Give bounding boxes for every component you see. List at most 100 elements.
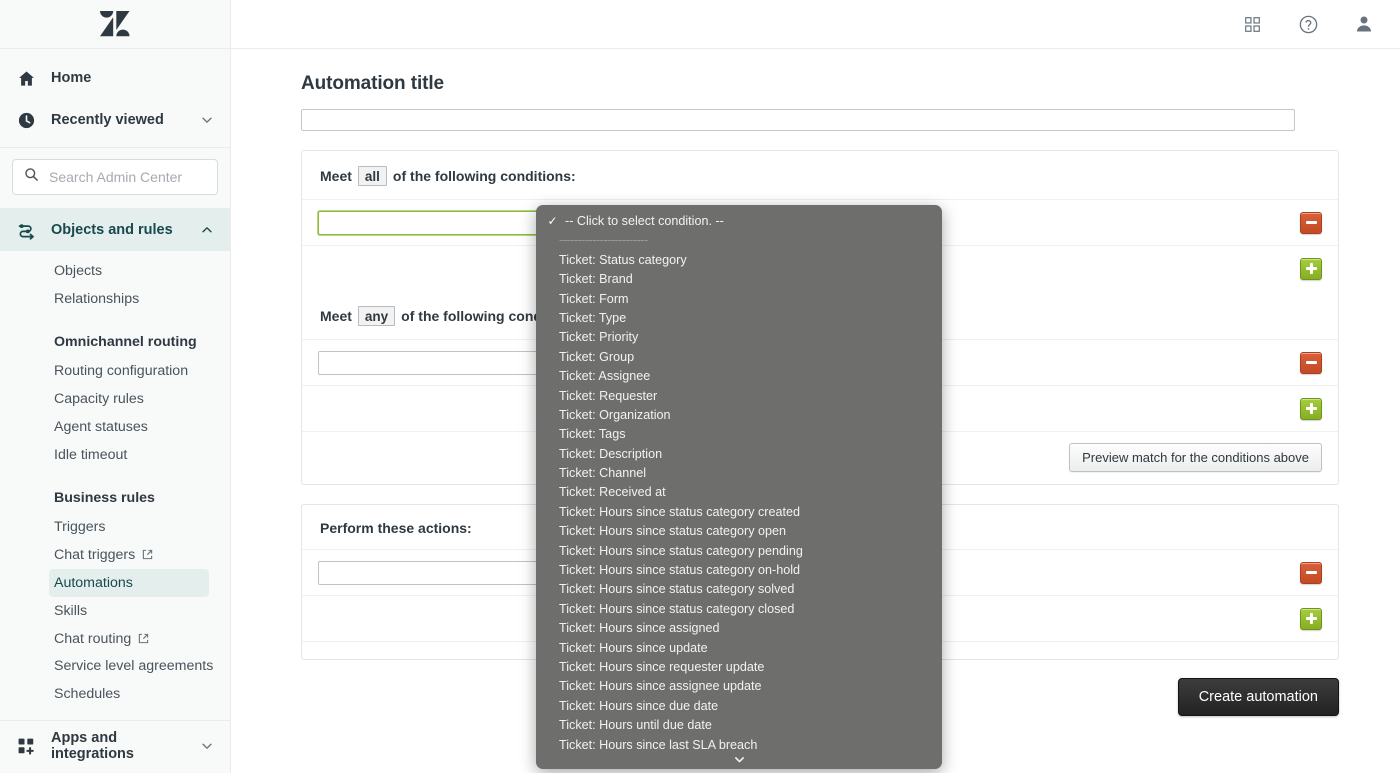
- sidebar-item-skills[interactable]: Skills: [0, 597, 230, 625]
- dropdown-option[interactable]: Ticket: Hours since status category clos…: [536, 600, 942, 619]
- dropdown-option[interactable]: Ticket: Received at: [536, 483, 942, 502]
- sidebar-item-apps-and-integrations[interactable]: Apps and integrations: [0, 725, 230, 767]
- search-icon: [24, 167, 39, 187]
- dropdown-option[interactable]: Ticket: Hours since status category crea…: [536, 503, 942, 522]
- condition-select-dropdown[interactable]: ✓ -- Click to select condition. -- -----…: [536, 205, 942, 769]
- sidebar-item-chat-triggers[interactable]: Chat triggers: [0, 541, 230, 569]
- sidebar-item-agent-statuses[interactable]: Agent statuses: [0, 413, 230, 441]
- meet-prefix-label: Meet: [320, 168, 352, 184]
- meet-any-prefix-label: Meet: [320, 308, 352, 324]
- dropdown-option-placeholder[interactable]: ✓ -- Click to select condition. --: [536, 212, 942, 231]
- dropdown-option[interactable]: Ticket: Hours since due date: [536, 697, 942, 716]
- products-grid-icon[interactable]: [1240, 12, 1264, 36]
- dropdown-option[interactable]: Ticket: Brand: [536, 270, 942, 289]
- sidebar-item-automations[interactable]: Automations: [49, 569, 209, 597]
- sidebar-item-idle-timeout[interactable]: Idle timeout: [0, 441, 230, 469]
- sidebar-item-schedules[interactable]: Schedules: [0, 680, 230, 708]
- dropdown-option[interactable]: Ticket: Tags: [536, 425, 942, 444]
- dropdown-option[interactable]: Ticket: Channel: [536, 464, 942, 483]
- sidebar-search-wrap: [0, 148, 230, 209]
- conditions-any-operator-select[interactable]: any: [357, 306, 396, 326]
- plus-icon: [1305, 403, 1317, 414]
- checkmark-icon: ✓: [547, 214, 558, 228]
- meet-suffix-label: of the following conditions:: [392, 168, 576, 184]
- remove-condition-button[interactable]: [1300, 211, 1322, 234]
- dropdown-option[interactable]: Ticket: Assignee: [536, 367, 942, 386]
- conditions-all-heading: Meet all of the following conditions:: [302, 151, 1338, 199]
- sidebar-item-skills-label: Skills: [54, 603, 88, 619]
- minus-icon: [1305, 361, 1317, 364]
- sidebar-item-objects-and-rules-label: Objects and rules: [51, 222, 173, 238]
- dropdown-option[interactable]: Ticket: Priority: [536, 328, 942, 347]
- user-avatar-icon[interactable]: [1352, 12, 1376, 36]
- remove-condition-button[interactable]: [1300, 351, 1322, 374]
- dropdown-option[interactable]: Ticket: Hours since status category on-h…: [536, 561, 942, 580]
- sidebar-item-relationships[interactable]: Relationships: [0, 285, 230, 313]
- dropdown-option-placeholder-label: -- Click to select condition. --: [565, 214, 724, 228]
- sidebar-item-capacity-rules-label: Capacity rules: [54, 391, 144, 407]
- dropdown-option[interactable]: Ticket: Hours since update: [536, 639, 942, 658]
- sidebar-item-routing-configuration-label: Routing configuration: [54, 363, 189, 379]
- apps-icon: [16, 736, 37, 757]
- add-condition-button[interactable]: [1300, 397, 1322, 420]
- sidebar-item-agent-statuses-label: Agent statuses: [54, 419, 148, 435]
- dropdown-option[interactable]: Ticket: Group: [536, 348, 942, 367]
- sidebar-item-objects[interactable]: Objects: [0, 257, 230, 285]
- minus-icon: [1305, 221, 1317, 224]
- dropdown-option[interactable]: Ticket: Hours since status category solv…: [536, 580, 942, 599]
- minus-icon: [1305, 571, 1317, 574]
- help-circle-icon[interactable]: [1296, 12, 1320, 36]
- page-title: Automation title: [301, 73, 444, 94]
- sidebar-nav-top: Home Recently viewed: [0, 49, 230, 148]
- sidebar-item-recently-viewed[interactable]: Recently viewed: [0, 99, 230, 141]
- sidebar-item-schedules-label: Schedules: [54, 686, 121, 702]
- sidebar-group-business-rules: Business rules: [54, 490, 155, 506]
- sidebar-item-home[interactable]: Home: [0, 57, 230, 99]
- dropdown-option[interactable]: Ticket: Hours until due date: [536, 716, 942, 735]
- dropdown-option[interactable]: Ticket: Organization: [536, 406, 942, 425]
- dropdown-option-list: Ticket: Status category Ticket: Brand Tick…: [536, 251, 942, 755]
- sidebar-item-capacity-rules[interactable]: Capacity rules: [0, 385, 230, 413]
- create-automation-button[interactable]: Create automation: [1177, 678, 1339, 716]
- sidebar-item-triggers[interactable]: Triggers: [0, 513, 230, 541]
- actions-heading-label: Perform these actions:: [320, 520, 472, 536]
- dropdown-option[interactable]: Ticket: Requester: [536, 387, 942, 406]
- external-link-icon: [142, 542, 153, 560]
- dropdown-option[interactable]: Ticket: Description: [536, 445, 942, 464]
- add-condition-button[interactable]: [1300, 257, 1322, 280]
- remove-action-button[interactable]: [1300, 561, 1322, 584]
- sidebar-sub-list: Objects Relationships Omnichannel routin…: [0, 251, 230, 708]
- sidebar: Home Recently viewed Search Admin Center…: [0, 0, 231, 773]
- zendesk-logo-wrap[interactable]: [0, 0, 230, 49]
- dropdown-option[interactable]: Ticket: Hours since assigned: [536, 619, 942, 638]
- plus-icon: [1305, 263, 1317, 274]
- dropdown-option[interactable]: Ticket: Hours since requester update: [536, 658, 942, 677]
- sidebar-item-objects-and-rules[interactable]: Objects and rules: [0, 209, 230, 251]
- dropdown-option[interactable]: Ticket: Hours since status category pend…: [536, 542, 942, 561]
- main-area: Automation title Meet all of the followi…: [231, 0, 1400, 773]
- dropdown-scroll-down-indicator[interactable]: [536, 751, 942, 767]
- external-link-icon: [138, 626, 149, 644]
- sidebar-item-routing-configuration[interactable]: Routing configuration: [0, 357, 230, 385]
- sidebar-item-automations-label: Automations: [54, 575, 133, 591]
- top-bar: [231, 0, 1400, 49]
- conditions-all-operator-select[interactable]: all: [357, 166, 387, 186]
- dropdown-option[interactable]: Ticket: Hours since assignee update: [536, 677, 942, 696]
- search-input[interactable]: [49, 169, 206, 185]
- sidebar-item-apps-and-integrations-label: Apps and integrations: [51, 730, 134, 762]
- sidebar-item-service-level-agreements[interactable]: Service level agreements: [0, 653, 230, 680]
- dropdown-option[interactable]: Ticket: Status category: [536, 251, 942, 270]
- dropdown-option[interactable]: Ticket: Type: [536, 309, 942, 328]
- sidebar-item-home-label: Home: [51, 70, 92, 86]
- dropdown-option[interactable]: Ticket: Form: [536, 290, 942, 309]
- dropdown-separator: ------------------------: [559, 233, 648, 248]
- search-box[interactable]: [12, 159, 218, 195]
- sidebar-item-relationships-label: Relationships: [54, 291, 140, 307]
- sidebar-item-chat-routing[interactable]: Chat routing: [0, 625, 230, 653]
- dropdown-option[interactable]: Ticket: Hours since status category open: [536, 522, 942, 541]
- chevron-down-icon: [734, 756, 744, 762]
- preview-match-button[interactable]: Preview match for the conditions above: [1069, 443, 1322, 472]
- automation-title-input[interactable]: [301, 109, 1295, 131]
- add-action-button[interactable]: [1300, 607, 1322, 630]
- sidebar-item-chat-triggers-label: Chat triggers: [54, 547, 136, 563]
